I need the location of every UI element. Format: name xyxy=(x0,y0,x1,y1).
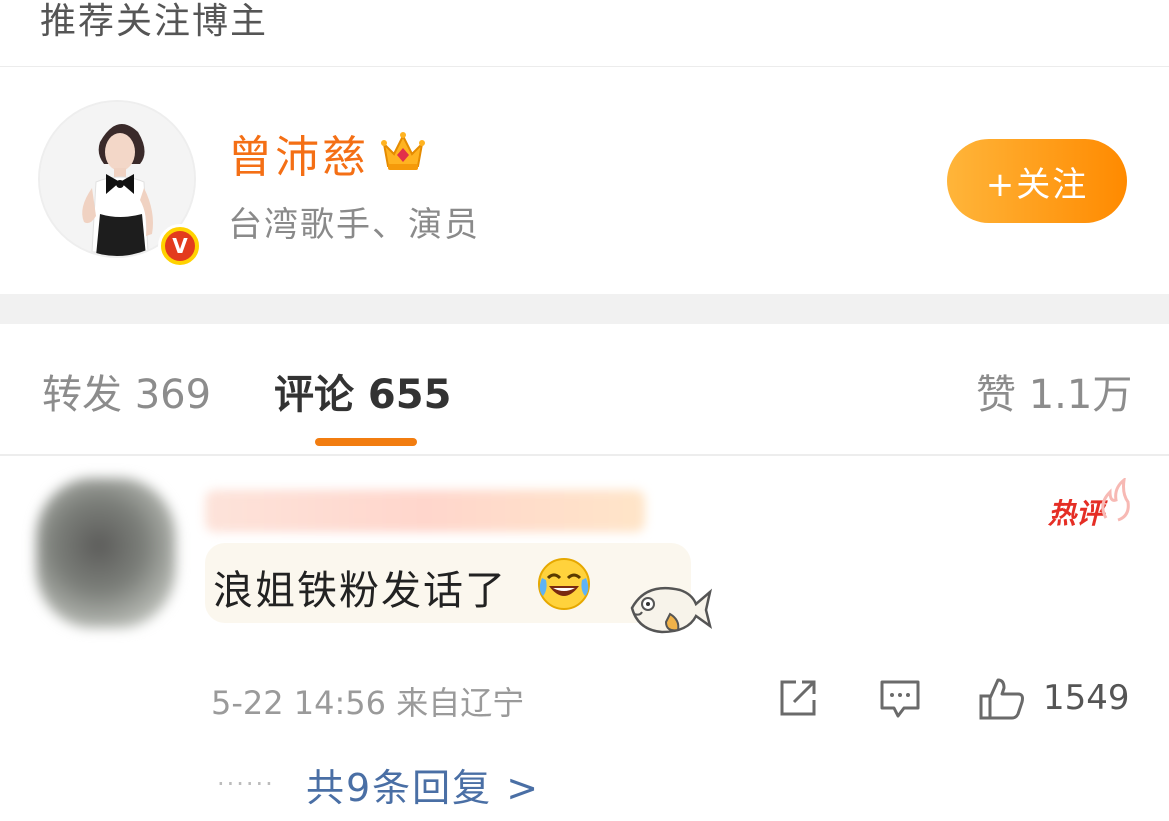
section-title: 推荐关注博主 xyxy=(40,1,269,42)
verified-badge-icon: V xyxy=(158,224,202,268)
tab-likes[interactable]: 赞 1.1万 xyxy=(976,362,1132,420)
like-count: 1549 xyxy=(1043,678,1130,718)
section-separator xyxy=(0,294,1169,324)
tab-reposts[interactable]: 转发 369 xyxy=(42,362,211,420)
laughing-crying-emoji-icon xyxy=(536,556,592,612)
divider xyxy=(0,66,1169,67)
comment-text: 浪姐铁粉发话了 xyxy=(213,568,507,614)
flame-icon xyxy=(1096,476,1130,526)
follow-button[interactable]: +关注 xyxy=(947,139,1127,223)
tab-comments[interactable]: 评论 655 xyxy=(274,362,451,420)
divider xyxy=(0,454,1169,456)
share-icon[interactable] xyxy=(776,676,820,724)
verified-mark: V xyxy=(165,231,195,261)
commenter-avatar[interactable] xyxy=(36,478,176,628)
fish-sticker-icon xyxy=(626,576,713,642)
commenter-name-blurred[interactable] xyxy=(205,490,645,532)
comment-icon[interactable] xyxy=(878,676,922,724)
comment-timestamp-location: 5-22 14:56 来自辽宁 xyxy=(211,684,525,722)
replies-dots: ······ xyxy=(217,770,275,798)
thumbs-up-icon[interactable] xyxy=(978,676,1026,726)
crown-icon xyxy=(380,130,426,178)
view-replies-link[interactable]: 共9条回复 > xyxy=(306,757,540,812)
blogger-description: 台湾歌手、演员 xyxy=(228,205,480,245)
blogger-name[interactable]: 曾沛慈 xyxy=(228,121,369,185)
active-tab-indicator xyxy=(315,438,417,446)
